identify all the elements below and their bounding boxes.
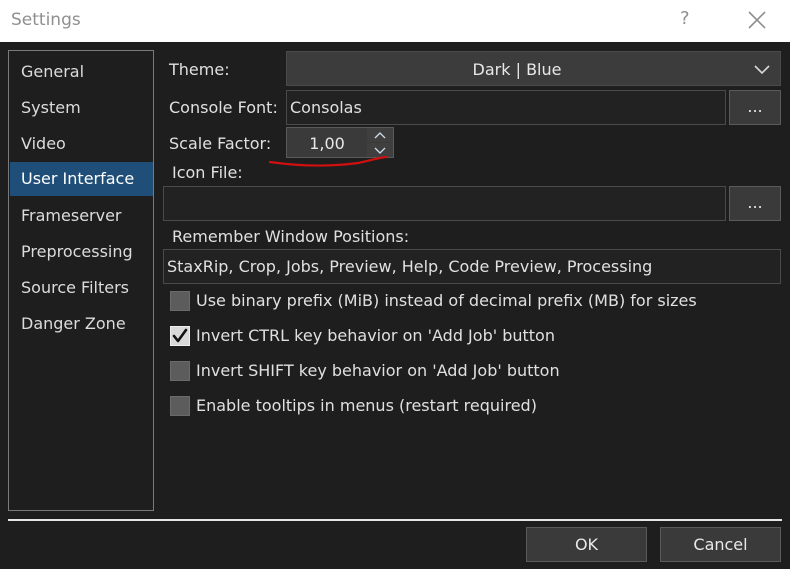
spin-up-icon — [374, 132, 386, 139]
theme-value: Dark | Blue — [472, 60, 562, 79]
close-icon[interactable] — [747, 10, 767, 30]
sidebar-item-danger-zone[interactable]: Danger Zone — [10, 307, 153, 341]
spin-up-button[interactable] — [367, 128, 393, 142]
title-bar: Settings ? — [0, 0, 790, 42]
sidebar: General System Video User Interface Fram… — [8, 50, 154, 511]
icon-file-label: Icon File: — [172, 163, 243, 182]
sidebar-item-label: System — [21, 98, 81, 117]
sidebar-item-label: Frameserver — [21, 206, 122, 225]
window-title: Settings — [11, 10, 81, 30]
checkbox-label: Enable tooltips in menus (restart requir… — [196, 396, 537, 415]
console-font-browse-button[interactable]: ... — [729, 90, 781, 125]
red-annotation-underline — [268, 155, 388, 167]
checkbox-box[interactable] — [170, 361, 190, 381]
ok-button[interactable]: OK — [526, 527, 647, 562]
sidebar-item-user-interface[interactable]: User Interface — [10, 162, 153, 196]
icon-file-field[interactable] — [163, 186, 726, 221]
sidebar-item-general[interactable]: General — [10, 55, 153, 89]
chevron-down-icon — [754, 65, 770, 75]
sidebar-item-system[interactable]: System — [10, 91, 153, 125]
checkbox-box[interactable] — [170, 326, 190, 346]
sidebar-item-label: Danger Zone — [21, 314, 126, 333]
checkbox-label: Invert CTRL key behavior on 'Add Job' bu… — [196, 326, 555, 345]
sidebar-item-label: General — [21, 62, 85, 81]
checkbox-box[interactable] — [170, 291, 190, 311]
scale-factor-label: Scale Factor: — [169, 134, 272, 153]
checkbox-label: Invert SHIFT key behavior on 'Add Job' b… — [196, 361, 560, 380]
sidebar-item-label: User Interface — [21, 169, 135, 188]
checkbox-label: Use binary prefix (MiB) instead of decim… — [196, 291, 697, 310]
remember-positions-field[interactable]: StaxRip, Crop, Jobs, Preview, Help, Code… — [163, 249, 781, 284]
cancel-button[interactable]: Cancel — [660, 527, 781, 562]
sidebar-item-source-filters[interactable]: Source Filters — [10, 271, 153, 305]
sidebar-item-video[interactable]: Video — [10, 127, 153, 161]
checkmark-icon — [172, 328, 188, 343]
sidebar-item-label: Source Filters — [21, 278, 129, 297]
help-button[interactable]: ? — [680, 8, 690, 29]
checkbox-box[interactable] — [170, 396, 190, 416]
footer-separator — [8, 519, 782, 521]
icon-file-browse-button[interactable]: ... — [729, 186, 781, 221]
theme-dropdown[interactable]: Dark | Blue — [286, 51, 781, 86]
sidebar-item-preprocessing[interactable]: Preprocessing — [10, 235, 153, 269]
sidebar-item-frameserver[interactable]: Frameserver — [10, 199, 153, 233]
sidebar-item-label: Video — [21, 134, 66, 153]
sidebar-item-label: Preprocessing — [21, 242, 133, 261]
console-font-label: Console Font: — [169, 98, 278, 117]
remember-positions-label: Remember Window Positions: — [172, 227, 410, 246]
theme-label: Theme: — [169, 60, 230, 79]
console-font-field[interactable]: Consolas — [286, 90, 726, 125]
